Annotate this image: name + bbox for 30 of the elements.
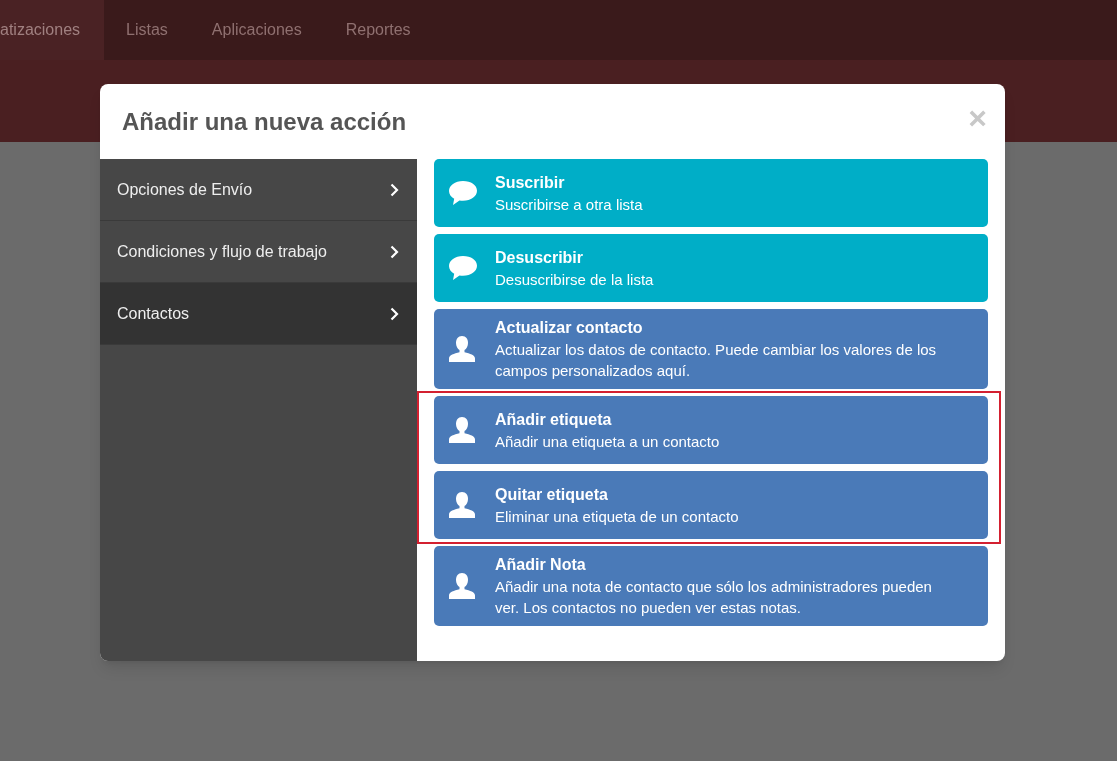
action-title: Suscribir [495,172,566,193]
person-icon [448,416,476,444]
action-card[interactable]: Actualizar contacto Actualizar los datos de contacto. Puede cambiar los valores de los campos personalizados aquí. [434,309,988,389]
nav-link[interactable]: atizaciones [0,0,105,60]
action-description: Añadir una etiqueta a un contacto [495,431,720,452]
action-card[interactable]: Añadir etiqueta Añadir una etiqueta a un contacto [434,396,988,464]
person-icon [448,572,476,600]
category-item[interactable]: Contactos [100,283,417,345]
person-icon [448,491,476,519]
action-description: Añadir una nota de contacto que sólo los administradores pueden ver. Los contactos no pueden ver estas notas. [495,577,933,618]
action-card[interactable]: Desuscribir Desuscribirse de la lista [434,234,988,302]
speech-bubble-icon [448,180,478,206]
action-card[interactable]: Quitar etiqueta Eliminar una etiqueta de un contacto [434,471,988,539]
speech-bubble-icon [448,255,478,281]
action-title: Quitar etiqueta [495,484,609,505]
action-title: Añadir Nota [495,555,587,575]
person-icon [448,335,476,363]
action-description: Suscribirse a otra lista [495,194,643,215]
chevron-right-icon [390,244,399,259]
action-title: Añadir etiqueta [495,409,613,430]
action-description: Desuscribirse de la lista [495,269,654,290]
action-card[interactable]: Suscribir Suscribirse a otra lista [434,159,988,227]
action-description: Actualizar los datos de contacto. Puede cambiar los valores de los campos personalizados aquí. [495,340,938,381]
chevron-right-icon [390,306,399,321]
chevron-right-icon [390,182,399,197]
modal-title: Añadir una nueva acción [122,106,407,137]
action-title: Actualizar contacto [495,318,644,338]
action-description: Eliminar una etiqueta de un contacto [495,506,739,527]
action-card[interactable]: Añadir Nota Añadir una nota de contacto que sólo los administradores pueden ver. Los contactos no pueden ver estas notas. [434,546,988,626]
action-title: Desuscribir [495,247,585,268]
